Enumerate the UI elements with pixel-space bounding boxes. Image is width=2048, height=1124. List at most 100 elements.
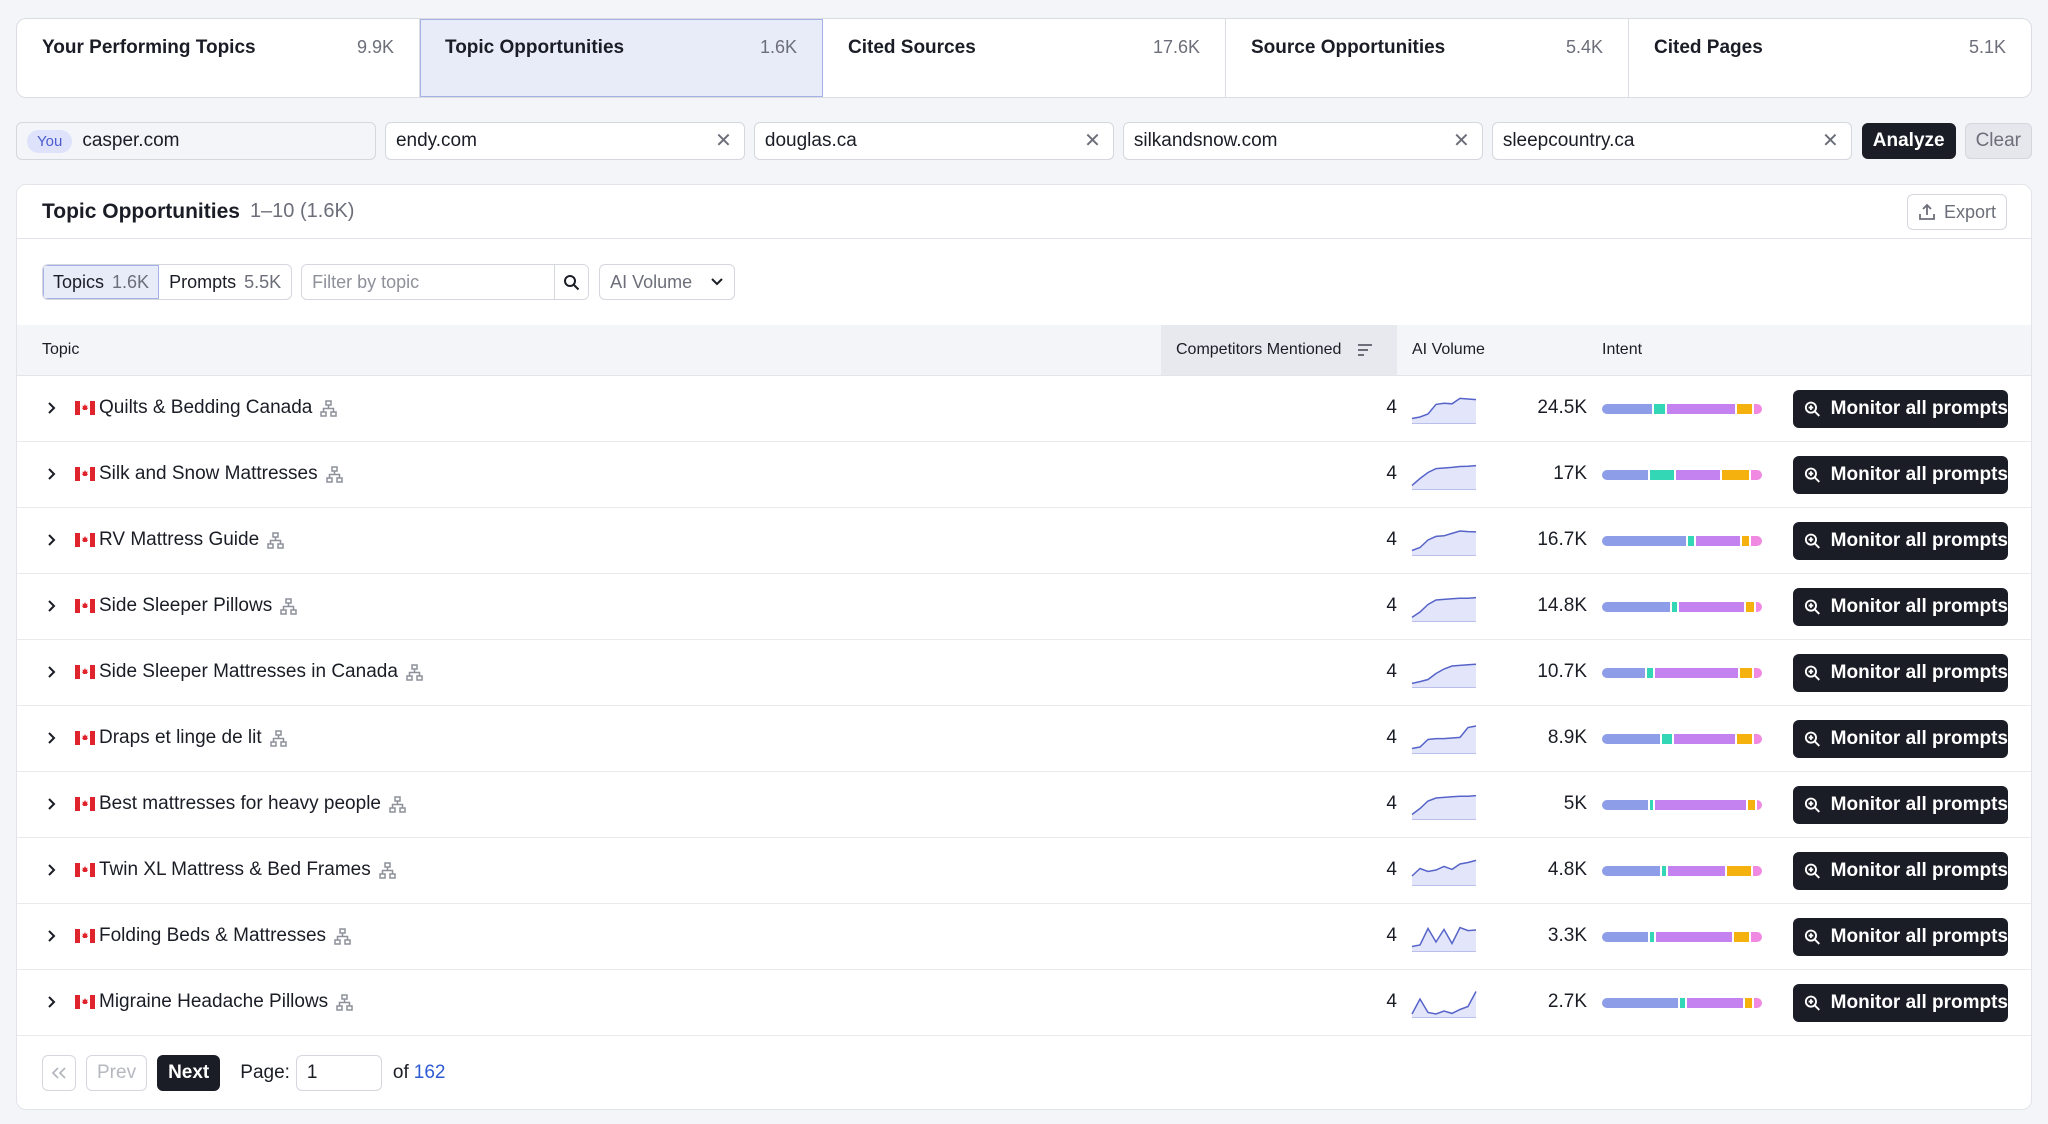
canada-flag-icon bbox=[75, 599, 95, 613]
sort-icon[interactable] bbox=[1357, 343, 1373, 357]
topics-toggle[interactable]: Topics 1.6K bbox=[43, 265, 160, 299]
expand-row-icon[interactable] bbox=[42, 860, 62, 880]
topic-cell: Folding Beds & Mattresses bbox=[99, 925, 351, 947]
tab-source-opportunities[interactable]: Source Opportunities 5.4K bbox=[1226, 19, 1629, 97]
monitor-all-prompts-button[interactable]: Monitor all prompts bbox=[1793, 654, 2008, 692]
monitor-search-icon bbox=[1804, 401, 1820, 417]
topic-hierarchy-icon[interactable] bbox=[280, 597, 297, 615]
topic-hierarchy-icon[interactable] bbox=[320, 399, 338, 417]
topic-hierarchy-icon[interactable] bbox=[267, 531, 284, 549]
monitor-all-prompts-button[interactable]: Monitor all prompts bbox=[1793, 720, 2008, 758]
expand-row-icon[interactable] bbox=[42, 398, 62, 418]
topic-hierarchy-icon[interactable] bbox=[389, 795, 406, 813]
sparkline-area bbox=[1412, 991, 1476, 1017]
topic-hierarchy-icon[interactable] bbox=[336, 993, 353, 1011]
monitor-all-prompts-button[interactable]: Monitor all prompts bbox=[1793, 522, 2008, 560]
expand-row-icon[interactable] bbox=[42, 992, 62, 1012]
tab-cited-sources[interactable]: Cited Sources 17.6K bbox=[823, 19, 1226, 97]
expand-row-icon[interactable] bbox=[42, 662, 62, 682]
intent-segment bbox=[1674, 734, 1736, 744]
ai-volume-value: 3.3K bbox=[1547, 925, 1587, 946]
competitor-domain-field[interactable]: silkandsnow.com ✕ bbox=[1122, 122, 1483, 160]
topic-hierarchy-icon[interactable] bbox=[334, 927, 351, 945]
domain-bar: You casper.com endy.com ✕ douglas.ca ✕ s… bbox=[16, 122, 2032, 160]
ai-volume-value: 5K bbox=[1563, 793, 1587, 814]
competitor-domain-field[interactable]: sleepcountry.ca ✕ bbox=[1491, 122, 1852, 160]
monitor-all-prompts-button[interactable]: Monitor all prompts bbox=[1793, 786, 2008, 824]
tab-cited-pages[interactable]: Cited Pages 5.1K bbox=[1629, 19, 2031, 97]
topic-name[interactable]: Draps et linge de lit bbox=[99, 727, 262, 749]
volume-trend-sparkline bbox=[1411, 663, 1477, 688]
expand-row-icon[interactable] bbox=[42, 596, 62, 616]
ai-volume-dropdown[interactable]: AI Volume bbox=[599, 264, 736, 300]
topic-hierarchy-icon[interactable] bbox=[325, 465, 343, 483]
table-row[interactable]: Side Sleeper Pillows 4 14.8K Monitor all… bbox=[17, 574, 2031, 640]
total-pages-link[interactable]: 162 bbox=[414, 1062, 446, 1084]
export-button[interactable]: Export bbox=[1906, 194, 2007, 230]
intent-segment bbox=[1672, 602, 1677, 612]
clear-button[interactable]: Clear bbox=[1964, 123, 2032, 159]
monitor-search-icon bbox=[1804, 533, 1820, 549]
monitor-all-prompts-button[interactable]: Monitor all prompts bbox=[1793, 390, 2008, 428]
prompts-toggle[interactable]: Prompts 5.5K bbox=[159, 265, 291, 299]
analyze-button[interactable]: Analyze bbox=[1861, 123, 1956, 159]
monitor-all-prompts-button[interactable]: Monitor all prompts bbox=[1793, 984, 2008, 1022]
table-row[interactable]: Side Sleeper Mattresses in Canada 4 10.7… bbox=[17, 640, 2031, 706]
table-row[interactable]: Draps et linge de lit 4 8.9K Monitor all… bbox=[17, 706, 2031, 772]
your-domain-field[interactable]: You casper.com bbox=[16, 122, 376, 160]
expand-row-icon[interactable] bbox=[42, 794, 62, 814]
competitor-domain-field[interactable]: endy.com ✕ bbox=[384, 122, 745, 160]
expand-row-icon[interactable] bbox=[42, 464, 62, 484]
monitor-search-icon bbox=[1804, 665, 1820, 681]
remove-domain-icon[interactable]: ✕ bbox=[1453, 131, 1470, 151]
topic-name[interactable]: RV Mattress Guide bbox=[99, 529, 259, 551]
intent-segment bbox=[1602, 932, 1648, 942]
page-input[interactable] bbox=[295, 1055, 382, 1091]
column-topic: Topic bbox=[42, 341, 80, 358]
monitor-all-prompts-button[interactable]: Monitor all prompts bbox=[1793, 852, 2008, 890]
volume-trend-sparkline bbox=[1411, 859, 1477, 886]
topic-name[interactable]: Best mattresses for heavy people bbox=[99, 793, 381, 815]
table-row[interactable]: Twin XL Mattress & Bed Frames 4 4.8K Mon… bbox=[17, 838, 2031, 904]
expand-row-icon[interactable] bbox=[42, 728, 62, 748]
table-row[interactable]: Migraine Headache Pillows 4 2.7K Monitor… bbox=[17, 970, 2031, 1036]
next-page-button[interactable]: Next bbox=[157, 1055, 221, 1091]
competitor-domain-field[interactable]: douglas.ca ✕ bbox=[753, 122, 1114, 160]
remove-domain-icon[interactable]: ✕ bbox=[1084, 131, 1101, 151]
topic-hierarchy-icon[interactable] bbox=[378, 861, 396, 879]
table-row[interactable]: Folding Beds & Mattresses 4 3.3K Monitor… bbox=[17, 904, 2031, 970]
column-competitors-mentioned[interactable]: Competitors Mentioned bbox=[1161, 325, 1397, 375]
topic-name[interactable]: Twin XL Mattress & Bed Frames bbox=[99, 859, 371, 881]
topic-hierarchy-icon[interactable] bbox=[269, 729, 287, 747]
topic-name[interactable]: Quilts & Bedding Canada bbox=[99, 397, 312, 419]
topic-name[interactable]: Folding Beds & Mattresses bbox=[99, 925, 326, 947]
topic-hierarchy-icon[interactable] bbox=[406, 663, 423, 681]
tab-label: Your Performing Topics bbox=[42, 37, 256, 58]
table-row[interactable]: RV Mattress Guide 4 16.7K Monitor all pr… bbox=[17, 508, 2031, 574]
table-row[interactable]: Best mattresses for heavy people 4 5K Mo… bbox=[17, 772, 2031, 838]
topic-filter-input[interactable] bbox=[302, 265, 555, 299]
monitor-all-prompts-button[interactable]: Monitor all prompts bbox=[1793, 456, 2008, 494]
topic-name[interactable]: Side Sleeper Pillows bbox=[99, 595, 272, 617]
first-page-button[interactable] bbox=[42, 1055, 76, 1091]
topic-name[interactable]: Silk and Snow Mattresses bbox=[99, 463, 318, 485]
remove-domain-icon[interactable]: ✕ bbox=[715, 131, 732, 151]
tab-your-performing-topics[interactable]: Your Performing Topics 9.9K bbox=[17, 19, 420, 97]
topic-opportunities-panel: Topic Opportunities 1–10 (1.6K) Export T… bbox=[16, 184, 2032, 1110]
table-row[interactable]: Quilts & Bedding Canada 4 24.5K Monitor … bbox=[17, 376, 2031, 442]
topic-name[interactable]: Migraine Headache Pillows bbox=[99, 991, 328, 1013]
expand-row-icon[interactable] bbox=[42, 926, 62, 946]
tab-topic-opportunities[interactable]: Topic Opportunities 1.6K bbox=[420, 19, 823, 97]
monitor-all-prompts-button[interactable]: Monitor all prompts bbox=[1793, 588, 2008, 626]
topic-name[interactable]: Side Sleeper Mattresses in Canada bbox=[99, 661, 398, 683]
prompts-count: 5.5K bbox=[244, 271, 282, 292]
remove-domain-icon[interactable]: ✕ bbox=[1822, 131, 1839, 151]
prev-page-button[interactable]: Prev bbox=[86, 1055, 148, 1091]
column-ai-volume[interactable]: AI Volume bbox=[1412, 325, 1485, 375]
monitor-all-prompts-button[interactable]: Monitor all prompts bbox=[1793, 918, 2008, 956]
search-button[interactable] bbox=[554, 265, 589, 299]
tab-label: Topic Opportunities bbox=[445, 37, 625, 58]
table-row[interactable]: Silk and Snow Mattresses 4 17K Monitor a… bbox=[17, 442, 2031, 508]
intent-segment bbox=[1737, 734, 1753, 744]
expand-row-icon[interactable] bbox=[42, 530, 62, 550]
